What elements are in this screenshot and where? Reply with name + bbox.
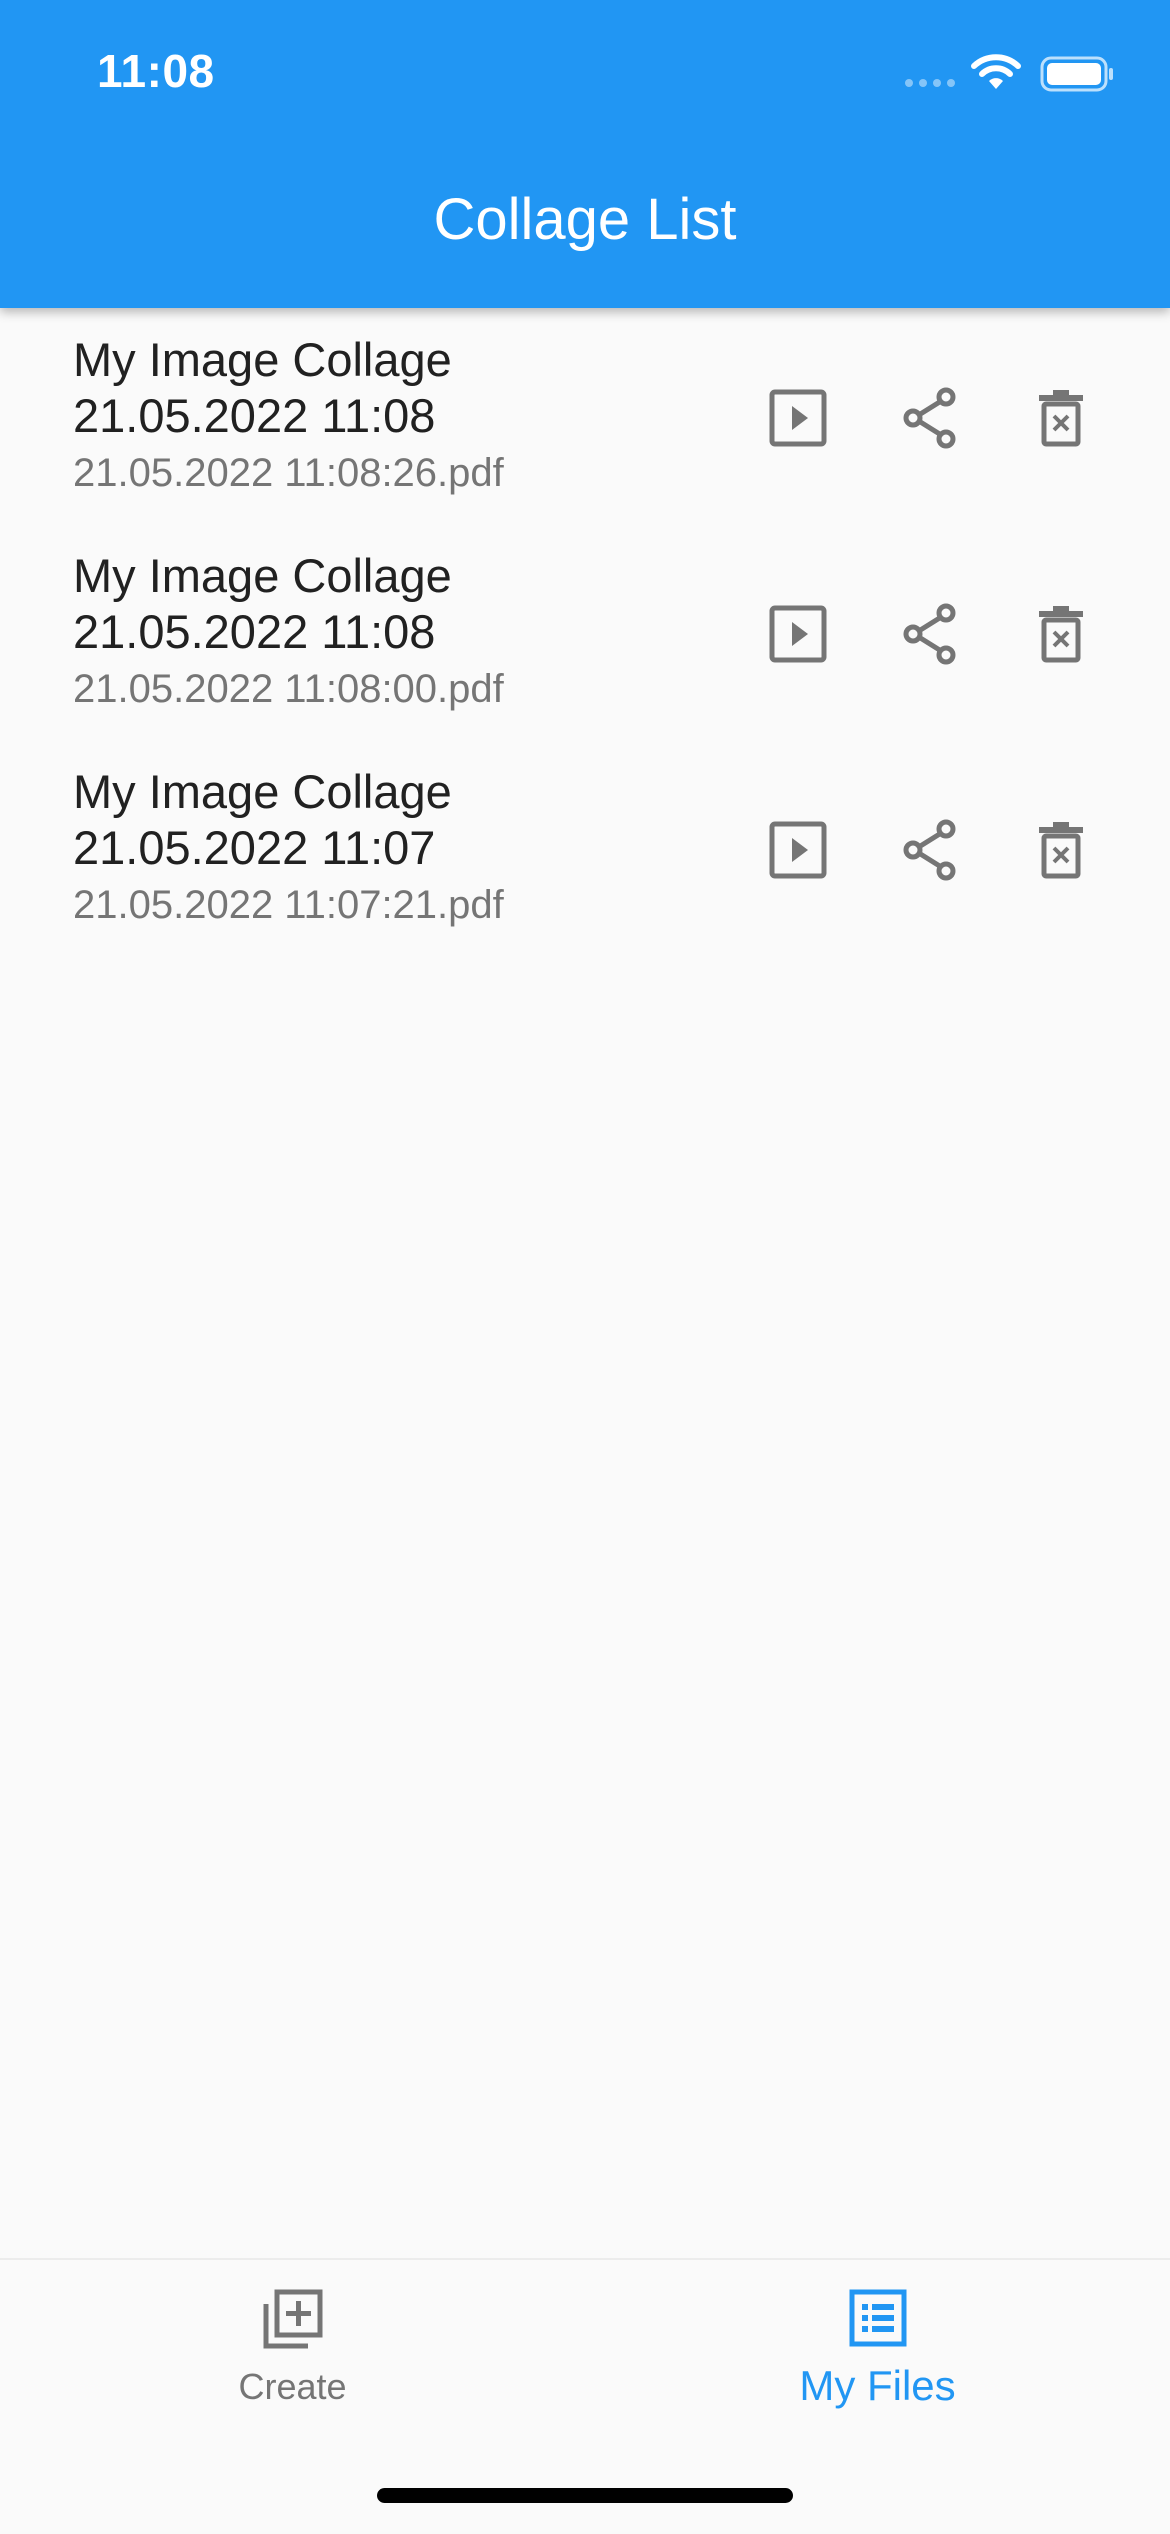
file-title: My Image Collage 21.05.2022 11:08: [73, 333, 452, 442]
play-icon: [769, 389, 827, 447]
delete-icon: [1039, 390, 1083, 447]
wifi-icon: [971, 54, 1021, 89]
share-icon: [903, 819, 956, 881]
delete-button[interactable]: [1011, 368, 1111, 468]
play-button[interactable]: [748, 368, 848, 468]
page-title: Collage List: [433, 187, 737, 252]
share-icon: [903, 387, 956, 449]
play-icon: [769, 821, 827, 879]
list-item[interactable]: My Image Collage 21.05.2022 11:08 21.05.…: [0, 524, 1170, 740]
file-title: My Image Collage 21.05.2022 11:07: [73, 765, 452, 874]
share-button[interactable]: [880, 368, 980, 468]
add-collection-icon: [263, 2289, 322, 2349]
list-item[interactable]: My Image Collage 21.05.2022 11:08 21.05.…: [0, 308, 1170, 524]
nav-create[interactable]: Create: [0, 2260, 585, 2420]
home-indicator: [377, 2488, 793, 2503]
nav-create-label: Create: [238, 2366, 347, 2407]
delete-icon: [1039, 822, 1083, 879]
nav-my-files-label: My Files: [799, 2362, 956, 2409]
file-title: My Image Collage 21.05.2022 11:08: [73, 549, 452, 658]
list-icon: [849, 2289, 906, 2347]
delete-button[interactable]: [1011, 800, 1111, 900]
delete-icon: [1039, 606, 1083, 663]
file-name: 21.05.2022 11:08:00.pdf: [73, 667, 504, 711]
file-list: My Image Collage 21.05.2022 11:08 21.05.…: [0, 308, 1170, 956]
play-button[interactable]: [748, 800, 848, 900]
share-icon: [903, 603, 956, 665]
file-name: 21.05.2022 11:07:21.pdf: [73, 883, 504, 927]
delete-button[interactable]: [1011, 584, 1111, 684]
app-bar: 11:08 Collage List: [0, 0, 1170, 308]
file-name: 21.05.2022 11:08:26.pdf: [73, 451, 504, 495]
share-button[interactable]: [880, 800, 980, 900]
play-button[interactable]: [748, 584, 848, 684]
share-button[interactable]: [880, 584, 980, 684]
status-time: 11:08: [97, 45, 215, 97]
signal-icon: [905, 79, 955, 87]
list-item[interactable]: My Image Collage 21.05.2022 11:07 21.05.…: [0, 740, 1170, 956]
play-icon: [769, 605, 827, 663]
battery-icon: [1040, 56, 1113, 92]
nav-my-files[interactable]: My Files: [585, 2260, 1170, 2420]
